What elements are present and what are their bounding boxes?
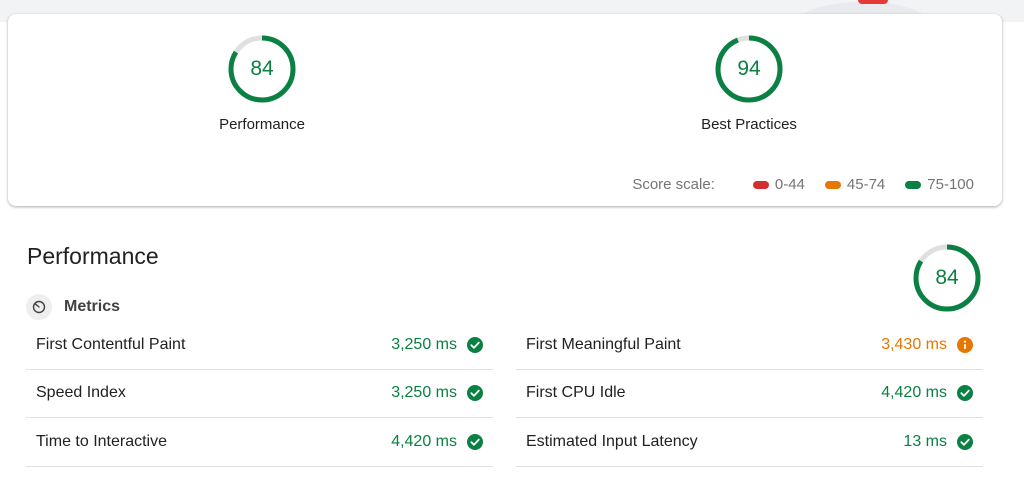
metrics-column-right: First Meaningful Paint 3,430 ms First CP… [516,321,983,467]
pass-check-icon [467,385,483,402]
timer-icon [26,294,52,320]
gauge-score: 84 [250,57,274,80]
metric-row[interactable]: First CPU Idle 4,420 ms [516,370,983,418]
metric-value: 3,430 ms [881,335,947,353]
pass-check-icon [957,385,973,402]
scale-range-label: 0-44 [774,176,805,193]
metric-label: First Contentful Paint [36,335,186,353]
gauge-ring: 94 [714,34,784,104]
scale-range-label: 45-74 [846,176,886,193]
scale-range-label: 75-100 [927,176,974,193]
metric-label: First Meaningful Paint [526,335,681,353]
gauge-label: Performance [219,116,305,133]
gauge-label: Best Practices [701,116,797,133]
score-scale-title: Score scale: [632,176,715,193]
score-scale-average: 45-74 [824,176,886,193]
metric-value: 3,250 ms [391,335,457,353]
metrics-header: Metrics [26,294,120,320]
pass-check-icon [957,433,973,450]
score-summary-card: 84 Performance 94 Best Practices Score s… [8,14,1002,206]
gauge-ring: 84 [227,34,297,104]
gauge-score: 84 [935,266,959,289]
metric-label: Time to Interactive [36,432,168,450]
pass-dot-icon [905,180,922,189]
performance-section-title: Performance [27,243,159,269]
pass-check-icon [467,433,483,450]
metric-row[interactable]: First Meaningful Paint 3,430 ms [516,321,983,370]
gauge-score: 94 [737,57,761,80]
average-info-icon [957,336,973,353]
metrics-title: Metrics [64,298,121,315]
score-scale-pass: 75-100 [905,176,974,193]
metrics-column-left: First Contentful Paint 3,250 ms Speed In… [26,321,493,467]
metric-value: 4,420 ms [881,384,947,402]
metric-row[interactable]: Time to Interactive 4,420 ms [26,418,493,467]
average-dot-icon [824,180,841,189]
metric-label: Speed Index [36,384,126,402]
fail-dot-icon [752,180,769,189]
metric-value: 4,420 ms [391,432,457,450]
score-scale-legend: Score scale: 0-44 45-74 75-100 [632,176,974,193]
pass-check-icon [467,336,483,353]
gauge-performance[interactable]: 84 Performance [162,34,362,133]
top-accent-mark [858,0,888,4]
metric-row[interactable]: First Contentful Paint 3,250 ms [26,321,493,370]
score-scale-fail: 0-44 [752,176,805,193]
metric-row[interactable]: Estimated Input Latency 13 ms [516,418,983,467]
metric-value: 13 ms [903,432,947,450]
gauge-best-practices[interactable]: 94 Best Practices [649,34,849,133]
metric-value: 3,250 ms [391,384,457,402]
performance-score-gauge: 84 [912,243,982,313]
timer-icon-svg [32,300,46,314]
metric-row[interactable]: Speed Index 3,250 ms [26,370,493,418]
metric-label: Estimated Input Latency [526,432,698,450]
metric-label: First CPU Idle [526,384,626,402]
